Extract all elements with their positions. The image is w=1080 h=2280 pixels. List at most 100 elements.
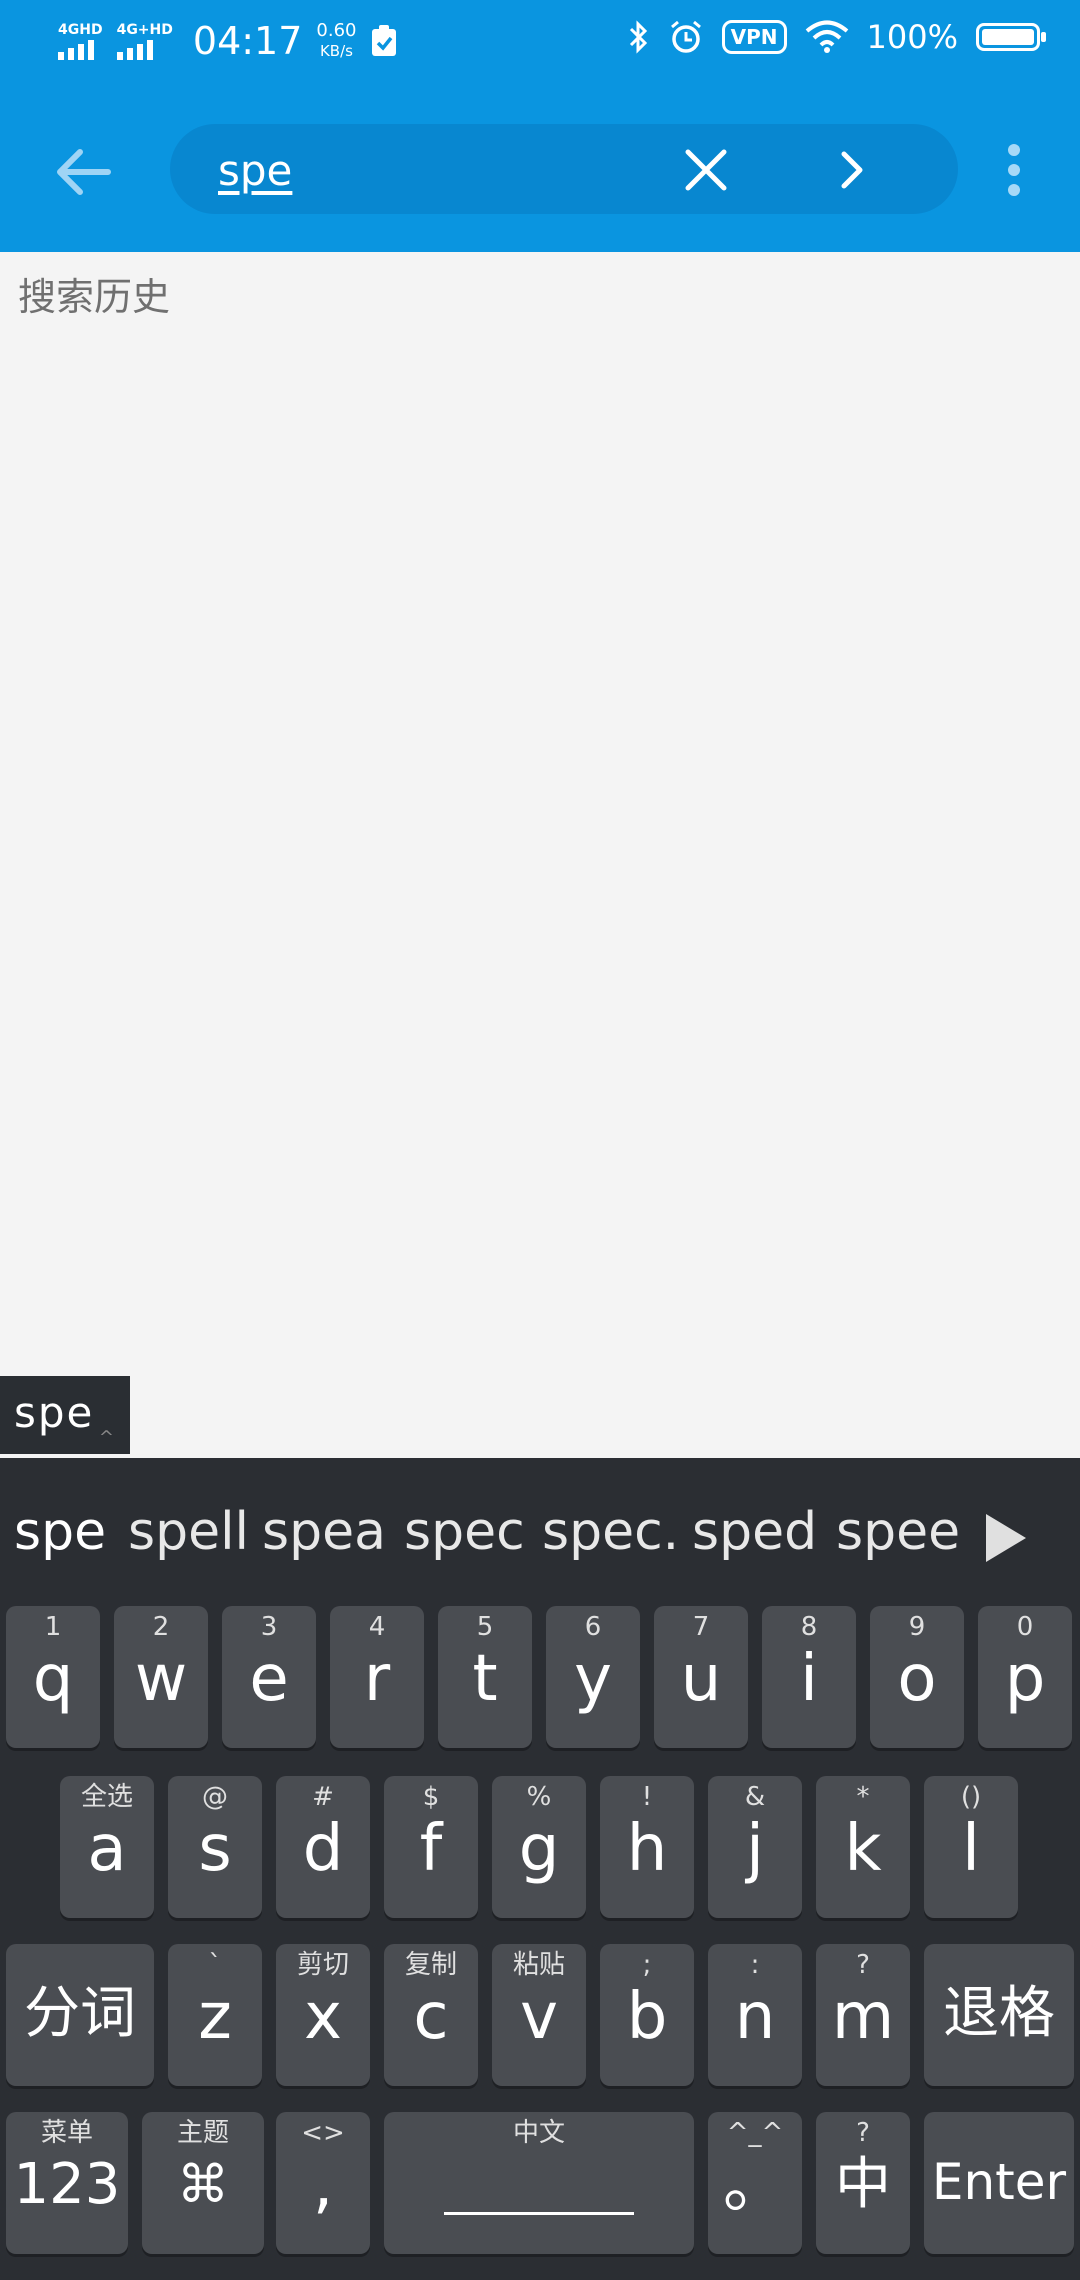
language-switch-key[interactable]: ? 中 xyxy=(816,2112,910,2254)
key-b[interactable]: ; b xyxy=(600,1944,694,2086)
key-label: m xyxy=(831,1980,895,2054)
key-label: b xyxy=(626,1980,668,2054)
signal-1: 4GHD xyxy=(58,22,103,60)
key-w[interactable]: 2w xyxy=(114,1606,208,1748)
space-bar-line xyxy=(444,2212,634,2215)
key-label: 分词 xyxy=(24,1981,136,2046)
key-j[interactable]: & j xyxy=(708,1776,802,1918)
key-f[interactable]: $ f xyxy=(384,1776,478,1918)
key-r[interactable]: 4r xyxy=(330,1606,424,1748)
play-triangle-icon xyxy=(986,1514,1026,1562)
key-a[interactable]: 全选 a xyxy=(60,1776,154,1918)
status-right: VPN 100% xyxy=(628,18,1046,56)
key-label: x xyxy=(304,1980,342,2054)
clock: 04:17 xyxy=(192,19,303,63)
vpn-badge: VPN xyxy=(721,20,787,54)
candidate-item[interactable]: sped xyxy=(692,1502,817,1562)
key-n[interactable]: :n xyxy=(708,1944,802,2086)
key-c[interactable]: 复制 c xyxy=(384,1944,478,2086)
expand-caret-icon[interactable]: ^ xyxy=(99,1427,114,1448)
segment-key[interactable]: 分词 xyxy=(6,1944,154,2086)
theme-key[interactable]: 主题 ⌘ xyxy=(142,2112,264,2254)
comma-key[interactable]: <>, xyxy=(276,2112,370,2254)
key-label: r xyxy=(363,1642,391,1716)
numeric-key[interactable]: 菜单 123 xyxy=(6,2112,128,2254)
key-sub-label: 3 xyxy=(260,1612,278,1642)
key-i[interactable]: 8i xyxy=(762,1606,856,1748)
key-v[interactable]: 粘贴 v xyxy=(492,1944,586,2086)
key-sub-label: 7 xyxy=(692,1612,710,1642)
search-history-title: 搜索历史 xyxy=(18,275,171,319)
candidate-item[interactable]: spea xyxy=(262,1502,386,1562)
back-button[interactable] xyxy=(48,136,120,208)
key-t[interactable]: 5t xyxy=(438,1606,532,1748)
signal-2-label: 4G+HD xyxy=(116,22,173,38)
key-label: v xyxy=(520,1980,558,2054)
key-e[interactable]: 3e xyxy=(222,1606,316,1748)
more-options-button[interactable] xyxy=(1000,140,1028,200)
key-p[interactable]: 0p xyxy=(978,1606,1072,1748)
signal-1-label: 4GHD xyxy=(58,22,103,38)
key-u[interactable]: 7u xyxy=(654,1606,748,1748)
key-h[interactable]: ! h xyxy=(600,1776,694,1918)
key-label: s xyxy=(198,1812,232,1886)
key-y[interactable]: 6y xyxy=(546,1606,640,1748)
status-bar: 4GHD 4G+HD 04:17 0.60 KB/s VPN 100% xyxy=(0,0,1080,82)
key-x[interactable]: 剪切 x xyxy=(276,1944,370,2086)
key-label: q xyxy=(32,1642,74,1716)
search-input[interactable] xyxy=(216,140,660,200)
clear-search-button[interactable] xyxy=(678,142,734,198)
key-label: a xyxy=(87,1812,127,1886)
key-sub-label: 复制 xyxy=(404,1950,457,1980)
submit-search-button[interactable] xyxy=(824,142,880,198)
backspace-key[interactable]: 退格 xyxy=(924,1944,1074,2086)
key-label: f xyxy=(419,1812,443,1886)
key-label: k xyxy=(844,1812,882,1886)
key-q[interactable]: 1q xyxy=(6,1606,100,1748)
key-sub-label: 1 xyxy=(44,1612,62,1642)
key-sub-label: ? xyxy=(856,2118,870,2148)
key-label: y xyxy=(574,1642,612,1716)
period-key[interactable]: ^_^。 xyxy=(708,2112,802,2254)
key-sub-label: : xyxy=(750,1950,760,1980)
key-sub-label: % xyxy=(526,1782,552,1812)
key-sub-label: ! xyxy=(641,1782,653,1812)
key-l[interactable]: () l xyxy=(924,1776,1018,1918)
candidate-item[interactable]: spell xyxy=(128,1502,249,1562)
bluetooth-icon xyxy=(629,20,647,54)
network-speed: 0.60 KB/s xyxy=(316,21,356,61)
key-sub-label: 中文 xyxy=(512,2118,565,2148)
key-d[interactable]: # d xyxy=(276,1776,370,1918)
command-icon: ⌘ xyxy=(177,2155,229,2215)
key-sub-label: 8 xyxy=(800,1612,818,1642)
key-label: e xyxy=(249,1642,289,1716)
candidate-item[interactable]: spe xyxy=(14,1502,106,1562)
speed-unit: KB/s xyxy=(319,42,353,60)
key-o[interactable]: 9o xyxy=(870,1606,964,1748)
candidate-item[interactable]: spec. xyxy=(542,1502,679,1562)
signal-bars-icon xyxy=(116,38,153,60)
key-sub-label: 0 xyxy=(1016,1612,1034,1642)
candidate-bar: spe spell spea spec spec. sped spee xyxy=(0,1458,1080,1606)
arrow-left-icon xyxy=(57,149,111,195)
candidate-item[interactable]: spee xyxy=(836,1502,960,1562)
battery-icon xyxy=(976,23,1046,51)
soft-keyboard: spe spell spea spec spec. sped spee 1q 2… xyxy=(0,1458,1080,2280)
key-label: j xyxy=(746,1812,764,1886)
signal-bars-icon xyxy=(58,38,94,60)
more-candidates-button[interactable] xyxy=(982,1510,1030,1566)
candidate-item[interactable]: spec xyxy=(404,1502,525,1562)
key-k[interactable]: * k xyxy=(816,1776,910,1918)
key-label: p xyxy=(1004,1642,1046,1716)
key-g[interactable]: % g xyxy=(492,1776,586,1918)
space-key[interactable]: 中文 xyxy=(384,2112,694,2254)
key-z[interactable]: ` z xyxy=(168,1944,262,2086)
key-s[interactable]: @ s xyxy=(168,1776,262,1918)
enter-key[interactable]: Enter xyxy=(924,2112,1074,2254)
key-sub-label: @ xyxy=(202,1782,228,1812)
key-sub-label: () xyxy=(960,1782,982,1812)
key-sub-label: 2 xyxy=(152,1612,170,1642)
search-toolbar xyxy=(0,82,1080,252)
search-box xyxy=(170,124,958,214)
key-m[interactable]: ? m xyxy=(816,1944,910,2086)
